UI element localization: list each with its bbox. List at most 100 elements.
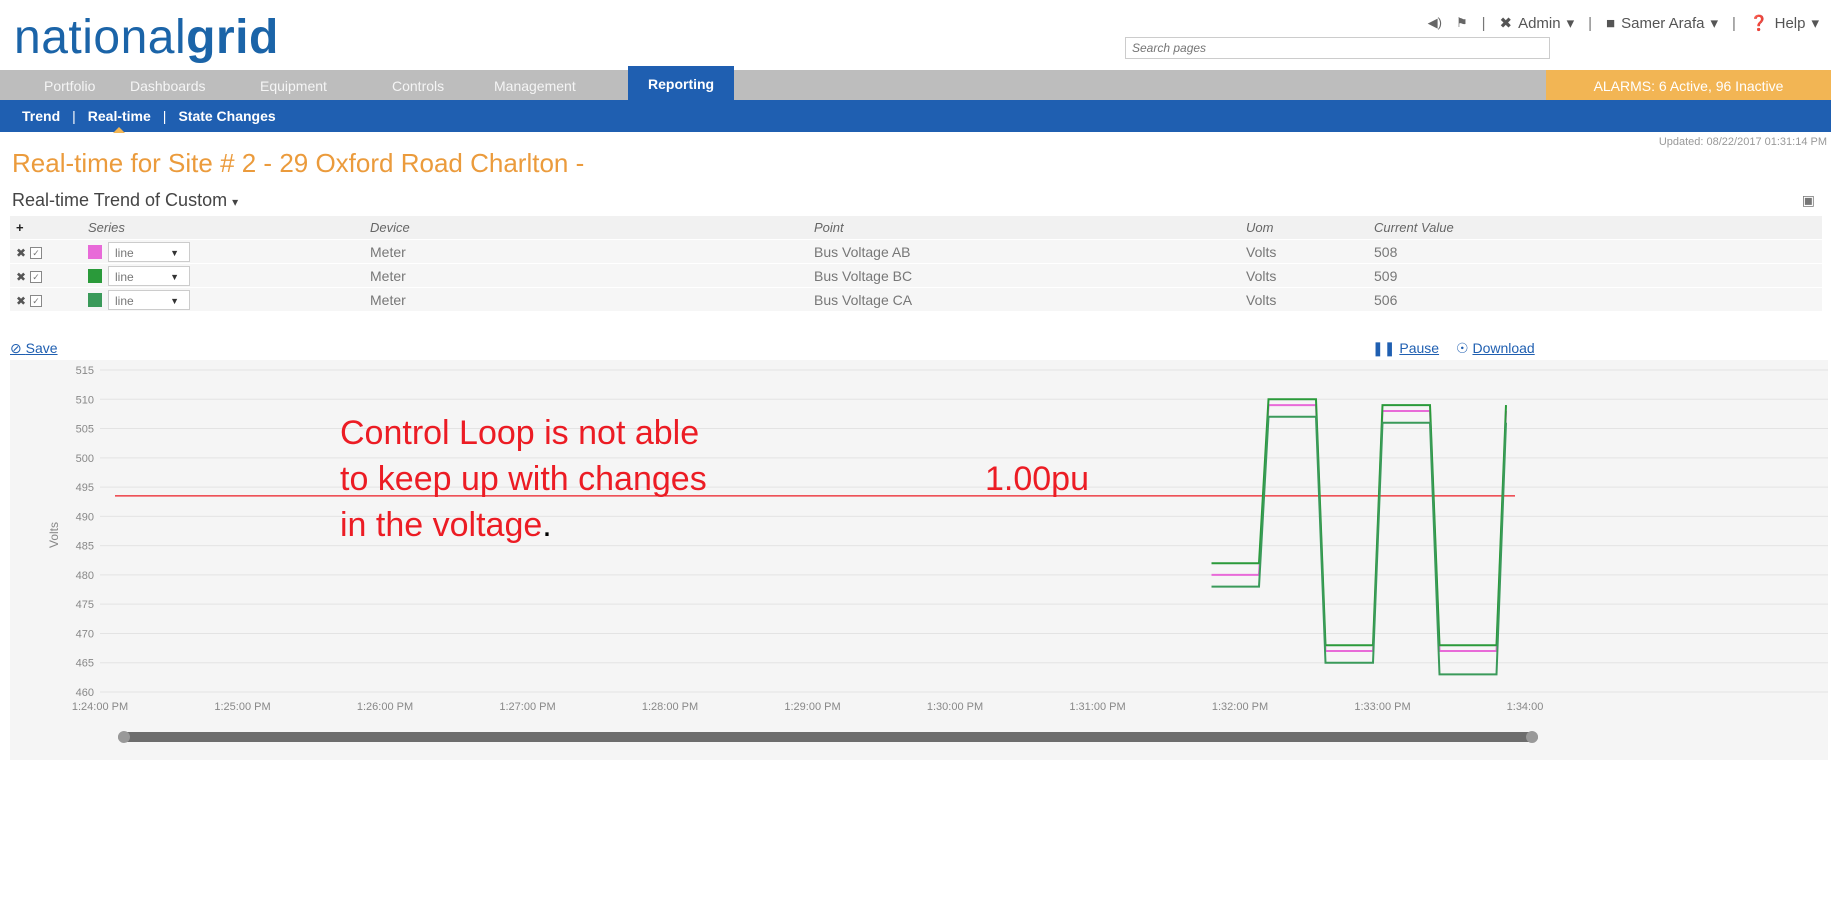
tab-management[interactable]: Management	[494, 70, 576, 100]
x-tick-label: 1:31:00 PM	[1069, 701, 1125, 713]
point-cell: Bus Voltage AB	[814, 243, 911, 260]
alarms-badge[interactable]: ALARMS: 6 Active, 96 Inactive	[1546, 70, 1831, 100]
chevron-down-icon: ▼	[170, 247, 179, 258]
point-cell: Bus Voltage CA	[814, 291, 913, 308]
x-tick-label: 1:33:00 PM	[1354, 701, 1410, 713]
speaker-icon[interactable]: ◀)	[1428, 15, 1442, 31]
series-type-value: line	[115, 269, 134, 284]
y-tick-label: 515	[76, 365, 94, 377]
search-input[interactable]	[1125, 37, 1550, 59]
help-label: Help	[1774, 14, 1806, 32]
device-cell: Meter	[370, 267, 406, 284]
visible-checkbox[interactable]: ✓	[30, 246, 43, 259]
annotation-line-3-red: in the voltage	[340, 506, 543, 544]
chevron-down-icon: ▾	[1811, 15, 1819, 32]
logo-suffix: grid	[186, 11, 279, 64]
x-tick-label: 1:24:00 PM	[72, 701, 128, 713]
main-nav: Portfolio Dashboards Equipment Controls …	[0, 66, 1831, 100]
remove-icon[interactable]: ✖	[16, 246, 26, 260]
y-tick-label: 490	[76, 511, 94, 523]
visible-checkbox[interactable]: ✓	[30, 270, 43, 283]
admin-menu[interactable]: ✖ Admin ▾	[1500, 14, 1575, 33]
visible-checkbox[interactable]: ✓	[30, 294, 43, 307]
user-menu[interactable]: ■ Samer Arafa ▾	[1606, 14, 1718, 33]
time-scrollbar	[118, 732, 1538, 742]
col-point: Point	[808, 216, 1240, 240]
subnav-realtime[interactable]: Real-time	[88, 108, 151, 133]
scroll-handle-left	[118, 731, 130, 743]
reference-label: 1.00pu	[985, 460, 1089, 498]
chevron-down-icon: ▼	[170, 295, 179, 306]
tab-portfolio[interactable]: Portfolio	[44, 70, 95, 100]
trend-selector[interactable]: Real-time Trend of Custom ▾	[12, 190, 238, 211]
updated-timestamp: Updated: 08/22/2017 01:31:14 PM	[1658, 136, 1827, 148]
page-title: Real-time for Site # 2 - 29 Oxford Road …	[12, 148, 585, 178]
x-tick-label: 1:26:00 PM	[357, 701, 413, 713]
pause-button[interactable]: ❚❚ Pause	[1372, 340, 1439, 357]
series-line	[1211, 404, 1507, 652]
annotation-line-3: in the voltage.	[340, 502, 707, 548]
save-link[interactable]: ⊘ Save	[10, 340, 58, 357]
download-button[interactable]: ☉ Download	[1456, 340, 1535, 357]
col-uom: Uom	[1240, 216, 1368, 240]
y-tick-label: 500	[76, 453, 94, 465]
uom-cell: Volts	[1246, 267, 1277, 284]
table-row: ✖ ✓ line ▼ Meter Bus Voltage AB Volts 508	[10, 239, 1822, 264]
annotation-line-2: to keep up with changes	[340, 460, 707, 498]
uom-cell: Volts	[1246, 291, 1277, 308]
x-tick-label: 1:30:00 PM	[927, 701, 983, 713]
remove-icon[interactable]: ✖	[16, 270, 26, 284]
y-tick-label: 460	[76, 687, 94, 699]
subnav-state-changes[interactable]: State Changes	[178, 108, 275, 124]
series-type-select[interactable]: line ▼	[108, 289, 190, 310]
nationalgrid-logo: nationalgrid	[14, 10, 279, 66]
tab-dashboards[interactable]: Dashboards	[130, 70, 206, 100]
x-tick-label: 1:27:00 PM	[499, 701, 555, 713]
download-label: Download	[1472, 340, 1535, 356]
col-series: Series	[82, 216, 364, 240]
divider: |	[162, 108, 167, 124]
series-color-swatch[interactable]	[88, 292, 102, 307]
remove-icon[interactable]: ✖	[16, 294, 26, 308]
add-series-icon[interactable]: +	[16, 220, 24, 235]
flag-icon[interactable]: ⚑	[1456, 15, 1468, 31]
trend-title: Real-time Trend of Custom	[12, 190, 228, 210]
series-color-swatch[interactable]	[88, 244, 102, 259]
save-icon: ⊘	[10, 340, 26, 356]
y-tick-label: 510	[76, 394, 94, 406]
series-color-swatch[interactable]	[88, 268, 102, 283]
series-type-value: line	[115, 245, 134, 260]
value-cell: 506	[1374, 291, 1398, 308]
sub-nav: Trend | Real-time | State Changes	[0, 100, 1831, 133]
divider: |	[1588, 14, 1593, 32]
series-line	[1211, 398, 1507, 647]
x-tick-label: 1:32:00 PM	[1212, 701, 1268, 713]
tab-controls[interactable]: Controls	[392, 70, 444, 100]
divider: |	[1481, 14, 1486, 32]
expand-icon[interactable]: ▣	[1802, 192, 1815, 209]
chevron-down-icon: ▼	[170, 271, 179, 282]
logo-prefix: national	[14, 11, 187, 64]
subnav-trend[interactable]: Trend	[22, 108, 60, 124]
download-icon: ☉	[1456, 340, 1473, 356]
annotation-line-1: Control Loop is not able	[340, 414, 700, 452]
tab-reporting[interactable]: Reporting	[628, 66, 735, 100]
y-tick-label: 465	[76, 658, 94, 670]
tab-equipment[interactable]: Equipment	[260, 70, 327, 100]
x-tick-label: 1:29:00 PM	[784, 701, 840, 713]
y-tick-label: 505	[76, 424, 94, 436]
x-tick-label: 1:28:00 PM	[642, 701, 698, 713]
help-menu[interactable]: ❓ Help ▾	[1750, 14, 1819, 33]
user-name: Samer Arafa	[1621, 14, 1705, 32]
y-tick-label: 470	[76, 628, 94, 640]
series-type-select[interactable]: line ▼	[108, 241, 190, 262]
x-tick-label: 1:34:00	[1507, 701, 1544, 713]
y-axis-label: Volts	[47, 522, 61, 548]
annotation-text: Control Loop is not able to keep up with…	[340, 410, 707, 548]
divider: |	[1732, 14, 1736, 32]
annotation-period: .	[542, 506, 552, 544]
point-cell: Bus Voltage BC	[814, 267, 913, 284]
y-tick-label: 475	[76, 599, 94, 611]
series-type-select[interactable]: line ▼	[108, 265, 190, 286]
y-tick-label: 485	[76, 541, 94, 553]
